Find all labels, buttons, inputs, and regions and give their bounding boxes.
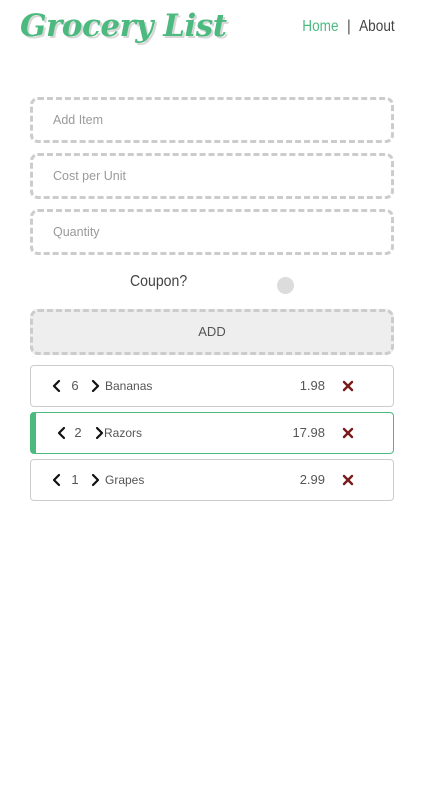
close-icon: [342, 380, 354, 392]
quantity-input[interactable]: [33, 212, 391, 252]
nav-about-link[interactable]: About: [359, 18, 395, 36]
item-price: 17.98: [292, 425, 325, 440]
increment-quantity-button[interactable]: [88, 378, 102, 394]
item-quantity: 1: [71, 472, 79, 487]
nav-home-link[interactable]: Home: [303, 18, 339, 36]
item-name: Bananas: [105, 379, 153, 393]
add-item-field: [30, 97, 394, 143]
item-price: 2.99: [299, 472, 325, 487]
quantity-field: [30, 209, 394, 255]
chevron-right-icon: [91, 379, 100, 393]
coupon-label: Coupon?: [130, 273, 188, 290]
chevron-left-icon: [52, 473, 61, 487]
decrement-quantity-button[interactable]: [50, 472, 64, 488]
grocery-item-row: 6 Bananas 1.98: [30, 365, 394, 407]
add-button[interactable]: ADD: [30, 309, 394, 355]
main-nav: Home | About: [303, 18, 395, 36]
increment-quantity-button[interactable]: [88, 472, 102, 488]
item-price: 1.98: [299, 378, 325, 393]
chevron-left-icon: [57, 426, 66, 440]
chevron-left-icon: [52, 379, 61, 393]
decrement-quantity-button[interactable]: [50, 378, 64, 394]
app-logo[interactable]: Grocery List: [20, 8, 227, 44]
item-name: Grapes: [105, 473, 145, 487]
add-item-input[interactable]: [33, 100, 391, 140]
close-icon: [342, 474, 354, 486]
cost-per-unit-field: [30, 153, 394, 199]
grocery-item-row: 1 Grapes 2.99: [30, 459, 394, 501]
coupon-toggle[interactable]: [277, 277, 294, 294]
header: Grocery List Home | About: [0, 0, 421, 60]
item-quantity: 2: [74, 425, 82, 440]
grocery-item-row: 2 Razors 17.98: [30, 412, 394, 454]
remove-item-button[interactable]: [341, 379, 355, 393]
decrement-quantity-button[interactable]: [55, 425, 69, 441]
item-name: Razors: [104, 426, 143, 440]
cost-per-unit-input[interactable]: [33, 156, 391, 196]
chevron-right-icon: [91, 473, 100, 487]
item-quantity: 6: [71, 378, 79, 393]
remove-item-button[interactable]: [341, 426, 355, 440]
nav-separator: |: [347, 18, 351, 35]
close-icon: [342, 427, 354, 439]
remove-item-button[interactable]: [341, 473, 355, 487]
